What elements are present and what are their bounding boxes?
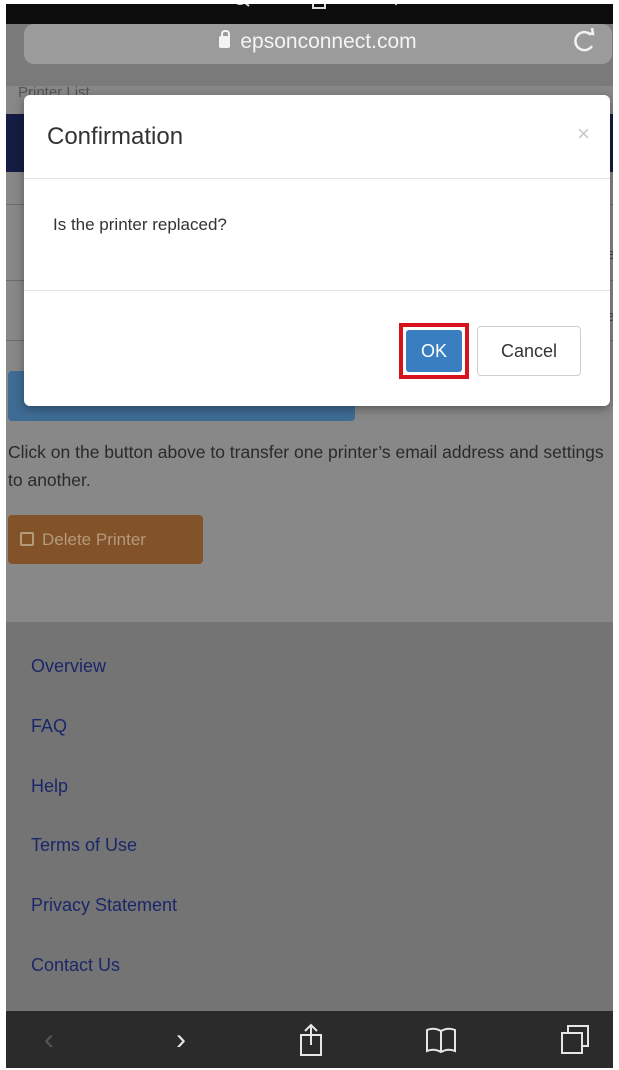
forward-icon[interactable]: › bbox=[164, 1023, 198, 1057]
reload-icon[interactable] bbox=[570, 27, 598, 57]
footer: Overview FAQ Help Terms of Use Privacy S… bbox=[6, 622, 613, 1011]
bookmarks-icon[interactable] bbox=[424, 1023, 458, 1057]
browser-bottom-toolbar: ‹ › bbox=[6, 1011, 613, 1068]
replace-description: Click on the button above to transfer on… bbox=[8, 442, 604, 490]
share-icon[interactable] bbox=[311, 4, 331, 12]
close-icon[interactable]: × bbox=[577, 121, 590, 147]
url-display[interactable]: epsonconnect.com bbox=[24, 30, 612, 54]
lock-icon bbox=[219, 30, 231, 48]
delete-printer-button[interactable]: Delete Printer bbox=[8, 515, 203, 564]
footer-link-faq[interactable]: FAQ bbox=[31, 716, 67, 737]
address-bar[interactable]: epsonconnect.com bbox=[24, 24, 612, 64]
dialog-message: Is the printer replaced? bbox=[53, 215, 227, 234]
back-icon[interactable]: ‹ bbox=[32, 1023, 66, 1057]
edit-check-icon bbox=[20, 532, 34, 546]
browser-top-strip bbox=[6, 4, 613, 24]
search-icon[interactable] bbox=[232, 4, 252, 12]
dialog-title: Confirmation bbox=[47, 123, 184, 150]
share-icon[interactable] bbox=[294, 1023, 328, 1057]
phone-screen: epsonconnect.com Printer List e e Click … bbox=[6, 4, 613, 1068]
delete-printer-label: Delete Printer bbox=[42, 530, 146, 549]
bookmark-icon[interactable] bbox=[388, 4, 408, 12]
ok-button[interactable]: OK bbox=[406, 330, 462, 372]
footer-link-privacy[interactable]: Privacy Statement bbox=[31, 895, 177, 916]
footer-link-overview[interactable]: Overview bbox=[31, 656, 106, 677]
confirmation-dialog: Confirmation × Is the printer replaced? … bbox=[24, 95, 610, 406]
tabs-icon[interactable] bbox=[558, 1023, 592, 1057]
footer-link-help[interactable]: Help bbox=[31, 776, 68, 797]
cancel-button[interactable]: Cancel bbox=[477, 326, 581, 376]
footer-link-terms[interactable]: Terms of Use bbox=[31, 835, 137, 856]
address-bar-area: epsonconnect.com bbox=[6, 24, 613, 86]
dialog-body: Is the printer replaced? bbox=[24, 179, 610, 291]
footer-link-contact[interactable]: Contact Us bbox=[31, 955, 120, 976]
dialog-header: Confirmation × bbox=[24, 95, 610, 179]
url-text: epsonconnect.com bbox=[240, 30, 417, 53]
